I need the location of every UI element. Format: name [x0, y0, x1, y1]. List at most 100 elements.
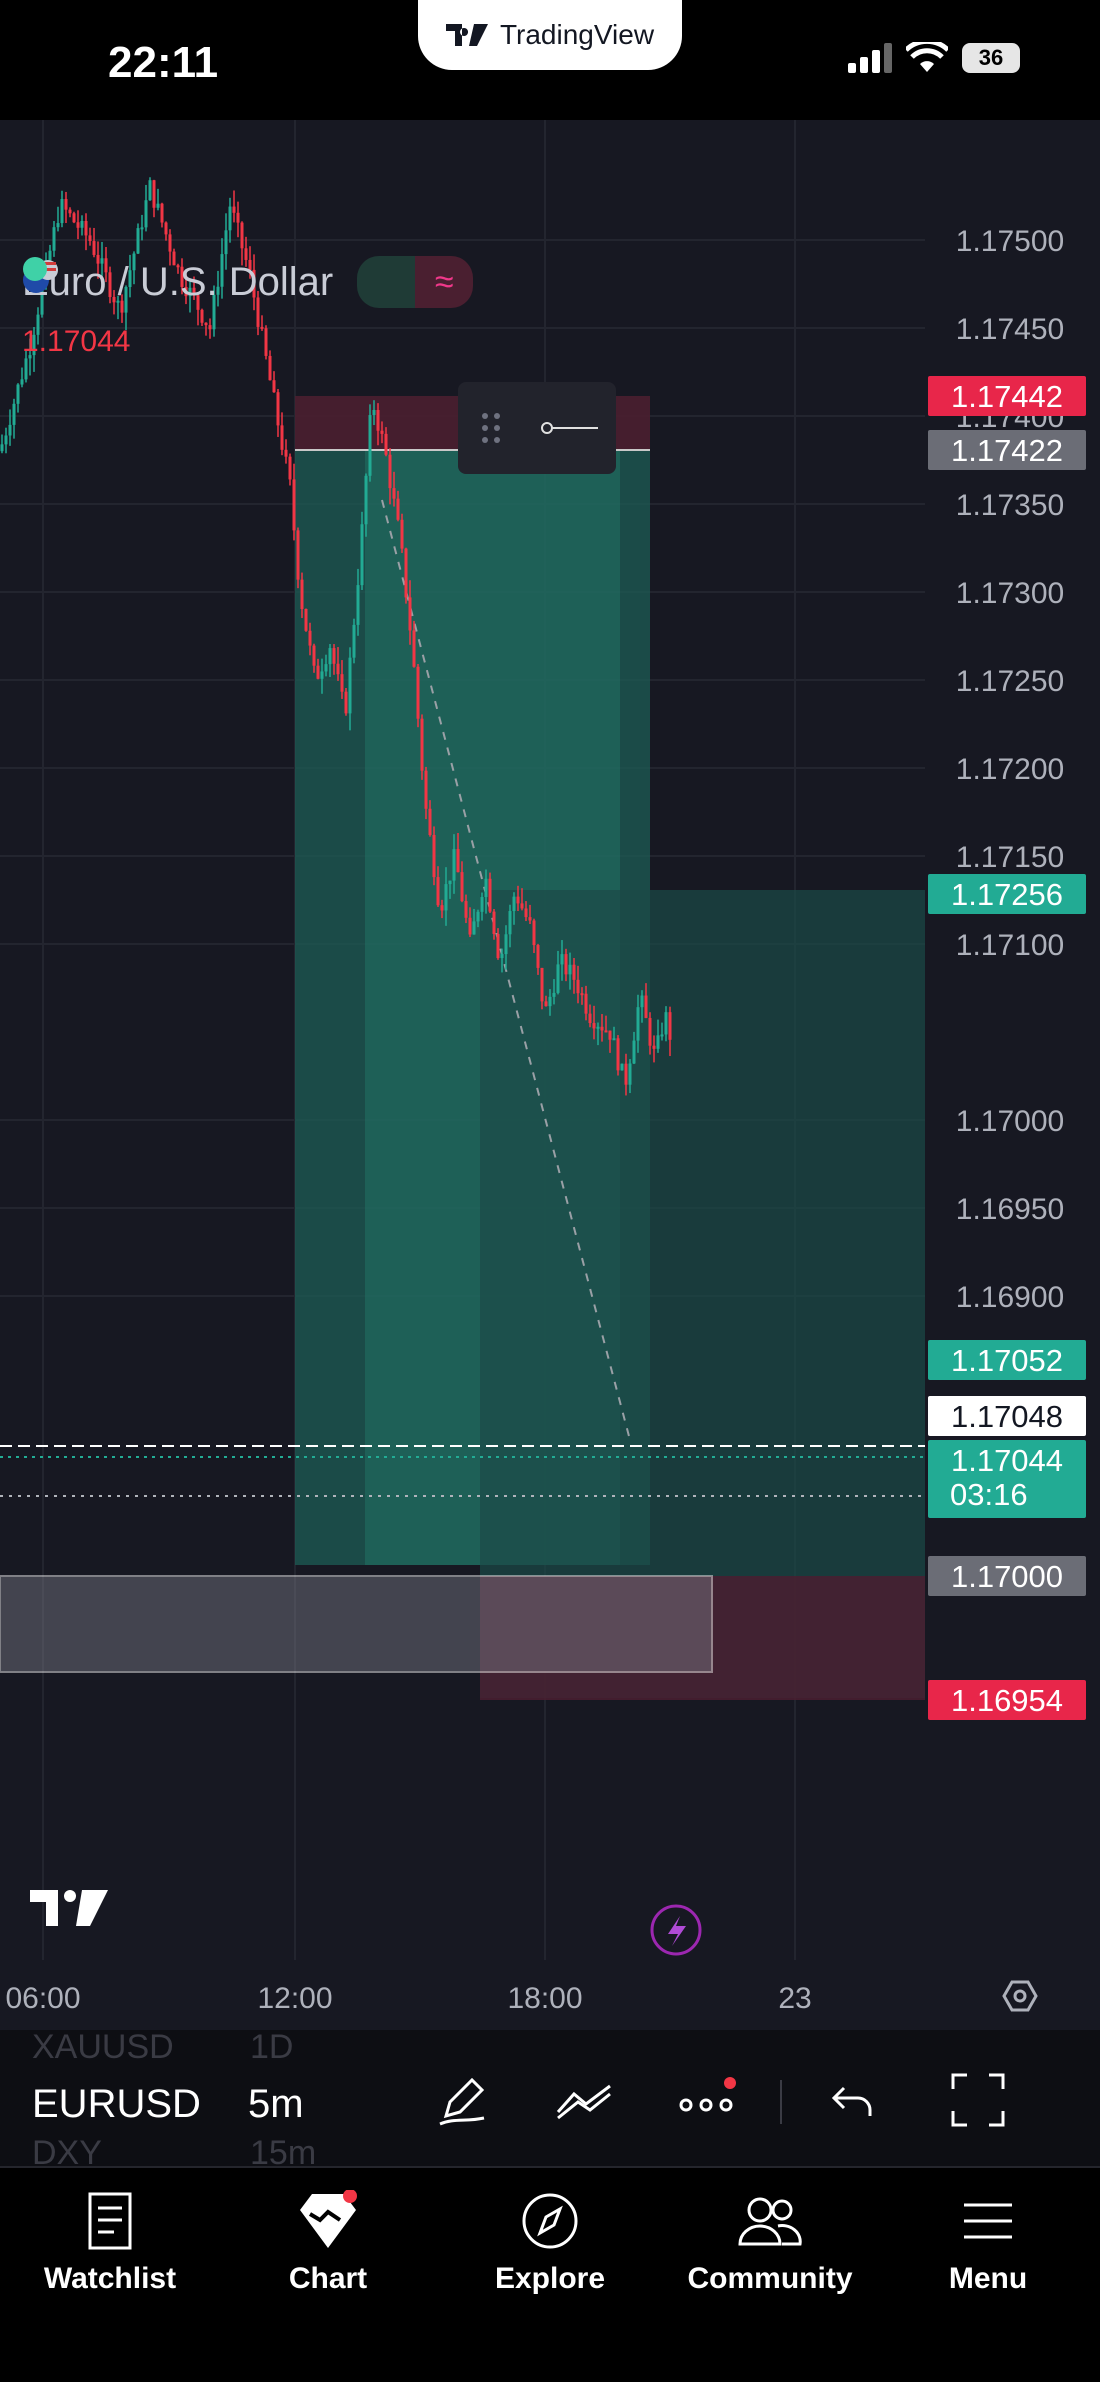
- candle-body: [476, 911, 480, 922]
- pen-tool-button[interactable]: [430, 2068, 494, 2132]
- candle-body: [516, 896, 520, 904]
- candle-body: [536, 945, 540, 968]
- candle-body: [548, 996, 552, 1007]
- candle-body: [436, 877, 440, 906]
- candle-body: [356, 585, 360, 625]
- candle-body: [496, 933, 500, 959]
- rectangle-drawing: [0, 1575, 713, 1673]
- symbol-header[interactable]: Euro / U.S. Dollar ≈: [22, 256, 474, 308]
- candle-body: [232, 206, 236, 213]
- price-tag-label: 1.17052: [951, 1343, 1063, 1378]
- candle-body: [432, 835, 436, 878]
- candle-body: [288, 456, 292, 480]
- candle-body: [572, 964, 576, 980]
- candle-body: [240, 222, 244, 249]
- candle-body: [488, 878, 492, 912]
- tab-watchlist[interactable]: Watchlist: [10, 2186, 210, 2296]
- more-tools-button[interactable]: [676, 2068, 740, 2132]
- chart-canvas[interactable]: 1.17500 1.17450 1.17400 1.17350 1.17300 1.172…: [0, 120, 1100, 2030]
- signal-icon: [848, 43, 892, 73]
- tab-explore[interactable]: Explore: [450, 2186, 650, 2296]
- candle-body: [512, 896, 516, 912]
- candle-body: [52, 227, 56, 251]
- candle-body: [392, 488, 396, 499]
- price-axis-label: 1.17150: [956, 841, 1064, 874]
- drag-handle-icon[interactable]: [476, 408, 506, 448]
- candle-body: [584, 993, 588, 1014]
- candle-body: [144, 200, 148, 228]
- fullscreen-button[interactable]: [946, 2068, 1010, 2132]
- chart-icon: [300, 2190, 357, 2248]
- candle-body: [588, 1013, 592, 1024]
- candle-body: [168, 234, 172, 252]
- trend-tool-button[interactable]: [552, 2068, 616, 2132]
- price-tag-label: 1.16954: [951, 1683, 1063, 1718]
- candle-body: [440, 905, 444, 911]
- tab-community[interactable]: Community: [670, 2186, 870, 2296]
- candle-body: [604, 1030, 608, 1033]
- time-axis-label: 18:00: [507, 1982, 582, 2015]
- candle-body: [500, 954, 504, 959]
- candle-body: [276, 392, 280, 426]
- price-tag-label: 1.17422: [951, 433, 1063, 468]
- market-open-dot-icon: [23, 256, 416, 308]
- status-bar: 22:11 TradingView 36: [0, 0, 1100, 120]
- candle-body: [640, 995, 644, 1008]
- candle-body: [352, 624, 356, 658]
- tab-menu[interactable]: Menu: [888, 2186, 1088, 2296]
- candle-body: [360, 524, 364, 586]
- tab-label: Menu: [948, 2262, 1028, 2295]
- candle-body: [568, 964, 572, 975]
- wifi-icon: [906, 42, 948, 72]
- interval-selector[interactable]: 5m: [248, 2082, 304, 2127]
- candle-body: [76, 222, 80, 228]
- candle-body: [408, 597, 412, 631]
- drawing-tool-popup[interactable]: [458, 382, 616, 474]
- price-tag-label: 1.17048: [951, 1399, 1063, 1434]
- price-axis-label: 1.17200: [956, 753, 1064, 786]
- candle-body: [520, 903, 524, 909]
- candle-body: [508, 911, 512, 935]
- candle-body: [632, 1040, 636, 1064]
- candle-body: [20, 379, 24, 385]
- symbol-name: Euro / U.S. Dollar: [22, 259, 334, 304]
- logo-part: [64, 1890, 76, 1902]
- logo-part: [76, 1890, 108, 1926]
- people-icon: [738, 2197, 802, 2246]
- candle-body: [316, 665, 320, 679]
- candle-body: [384, 433, 388, 455]
- candle-body: [4, 435, 8, 445]
- more-dots-icon: [679, 2077, 736, 2112]
- candle-body: [648, 1017, 652, 1046]
- tab-bar: Watchlist Chart Explore Community Menu: [0, 2166, 1100, 2382]
- price-axis-label: 1.16950: [956, 1193, 1064, 1226]
- candle-body: [612, 1038, 616, 1041]
- candle-body: [148, 180, 152, 201]
- candle-body: [300, 579, 304, 609]
- candle-body: [64, 199, 68, 210]
- horizontal-ray-icon[interactable]: [540, 418, 600, 438]
- menu-icon: [964, 2203, 1012, 2239]
- book-icon: [88, 2192, 132, 2250]
- candle-body: [0, 444, 4, 452]
- status-time: 22:11: [108, 38, 219, 87]
- price-axis-label: 1.16900: [956, 1281, 1064, 1314]
- settings-center: [1013, 1989, 1027, 2003]
- candle-body: [348, 657, 352, 714]
- lightning-bolt: [668, 1916, 686, 1946]
- market-status-pills[interactable]: ≈: [23, 256, 474, 308]
- candle-body: [380, 430, 384, 434]
- candle-body: [160, 203, 164, 223]
- toolbar-divider: [780, 2080, 782, 2124]
- candle-body: [344, 691, 348, 714]
- lightning-icon: [650, 1904, 702, 1956]
- candle-body: [388, 454, 392, 489]
- tab-chart[interactable]: Chart: [228, 2186, 428, 2296]
- candle-body: [636, 1007, 640, 1041]
- undo-button[interactable]: [820, 2068, 884, 2132]
- candle-body: [472, 921, 476, 935]
- candle-body: [324, 664, 328, 672]
- candle-body: [320, 671, 324, 679]
- price-axis-label: 1.17250: [956, 665, 1064, 698]
- symbol-selector[interactable]: EURUSD: [32, 2082, 201, 2127]
